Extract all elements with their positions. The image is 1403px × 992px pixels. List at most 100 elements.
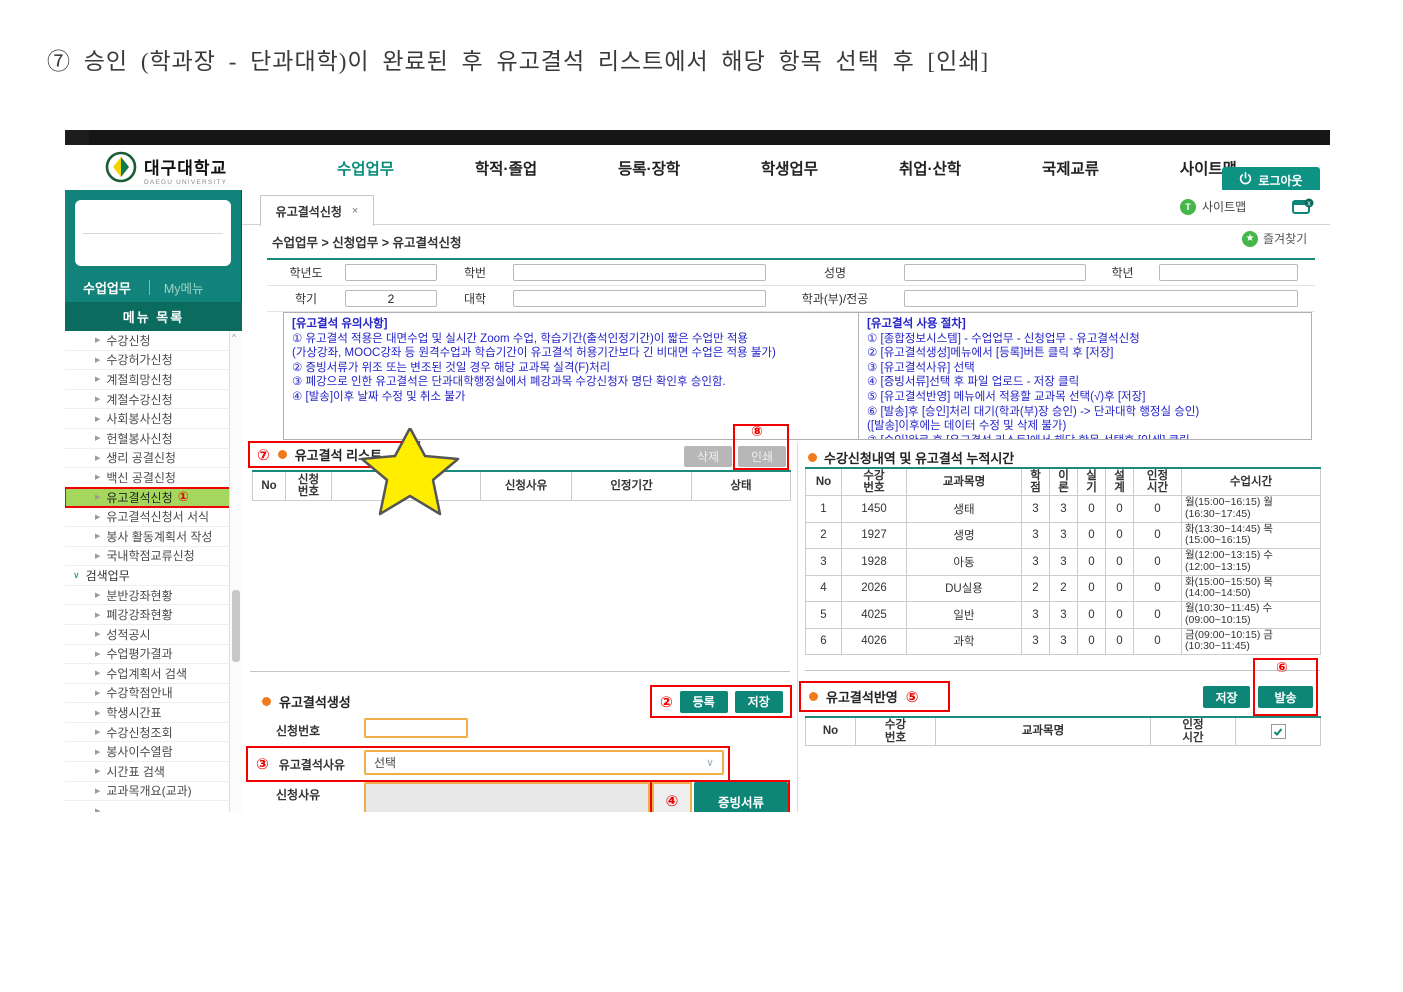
menu-list: ▶수강신청▶수강허가신청▶계절희망신청▶계절수강신청▶사회봉사신청▶헌혈봉사신청… [65, 331, 242, 812]
sidebar-item-15[interactable]: ▶성적공시 [65, 625, 242, 645]
sidebar-tab-lecture[interactable]: 수업업무 [83, 278, 131, 297]
enroll-cell: 일반 [907, 602, 1022, 629]
sidebar-item-12[interactable]: ∨검색업무 [65, 566, 242, 586]
triangle-right-icon: ▶ [95, 415, 100, 423]
apply-reason-textarea[interactable] [364, 782, 650, 812]
enroll-cell: 0 [1078, 522, 1106, 549]
annotation-5: ⑤ [906, 688, 919, 706]
nav-item-4[interactable]: 취업·산학 [899, 157, 961, 179]
field-label-year: 학년도 [267, 264, 345, 281]
sidebar-item-16[interactable]: ▶수업평가결과 [65, 645, 242, 665]
logo-title: 대구대학교 [144, 154, 227, 179]
enroll-cell: 1 [806, 496, 842, 523]
studentno-input[interactable] [513, 264, 766, 281]
enrollment-title-label: 수강신청내역 및 유고결석 누적시간 [824, 448, 1014, 467]
year-input[interactable] [345, 264, 437, 281]
list-column-header: No [253, 471, 286, 501]
field-label-grade: 학년 [1086, 264, 1159, 281]
sidebar-item-11[interactable]: ▶국내학점교류신청 [65, 547, 242, 567]
panel-divider [797, 443, 798, 812]
evidence-button[interactable]: 증빙서류 [694, 782, 788, 812]
browser-top-bar [65, 130, 1330, 145]
enroll-cell: 0 [1078, 628, 1106, 655]
sidebar-item-8[interactable]: ▶유고결석신청① [65, 488, 242, 508]
save-button[interactable]: 저장 [735, 691, 783, 713]
table-row: 42026DU실용22000화(15:00~15:50) 목(14:00~14:… [806, 575, 1321, 602]
sidebar-tab-divider [149, 280, 150, 295]
reason-select-value: 선택 [374, 754, 396, 771]
register-button[interactable]: 등록 [680, 691, 728, 713]
sidebar-item-3[interactable]: ▶계절수강신청 [65, 390, 242, 410]
list-column-header: 신청사유 [481, 471, 572, 501]
sidebar-item-22[interactable]: ▶시간표 검색 [65, 762, 242, 782]
college-input[interactable] [513, 290, 766, 307]
sidebar-item-10[interactable]: ▶봉사 활동계획서 작성 [65, 527, 242, 547]
field-label-semester: 학기 [267, 290, 345, 307]
sidebar-item-2[interactable]: ▶계절희망신청 [65, 370, 242, 390]
enrollment-table: No수강 번호교과목명학 점이 론실 기설 계인정 시간수업시간 11450생태… [805, 467, 1321, 655]
tab-bar: 유고결석신청 × T 사이트맵 x [242, 190, 1330, 225]
sidebar-item-23[interactable]: ▶교과목개요(교과) [65, 782, 242, 802]
sitemap-link[interactable]: T 사이트맵 [1180, 198, 1246, 215]
enroll-cell: 2 [1022, 575, 1050, 602]
sidebar-item-14[interactable]: ▶폐강강좌현황 [65, 605, 242, 625]
sidebar-item-0[interactable]: ▶수강신청 [65, 331, 242, 351]
delete-button[interactable]: 삭제 [684, 446, 732, 467]
sidebar-tab-mymenu[interactable]: My메뉴 [164, 278, 204, 297]
nav-item-0[interactable]: 수업업무 [337, 157, 394, 179]
sidebar-item-19[interactable]: ▶학생시간표 [65, 703, 242, 723]
scroll-up-icon[interactable]: ^ [232, 333, 236, 342]
sidebar-item-21[interactable]: ▶봉사이수열람 [65, 742, 242, 762]
apply-no-input[interactable] [364, 718, 468, 738]
sidebar-item-13[interactable]: ▶분반강좌현황 [65, 586, 242, 606]
favorite-link[interactable]: ★ 즐겨찾기 [1242, 230, 1307, 247]
nav-item-1[interactable]: 학적·졸업 [475, 157, 537, 179]
nav-item-5[interactable]: 국제교류 [1042, 157, 1099, 179]
notice-line: ⑥ [발송]후 [승인]처리 대기(학과(부)장 승인) -> 단과대학 행정실… [867, 405, 1303, 420]
window-close-icon[interactable]: x [1292, 198, 1314, 221]
semester-input[interactable]: 2 [345, 290, 437, 307]
table-row: 21927생명33000화(13:30~14:45) 목(15:00~16:15… [806, 522, 1321, 549]
sidebar-item-label: 봉사이수열람 [106, 743, 172, 760]
nav-item-3[interactable]: 학생업무 [761, 157, 818, 179]
table-row: 54025일반33000월(10:30~11:45) 수(09:00~10:15… [806, 602, 1321, 629]
nav-item-2[interactable]: 등록·장학 [618, 157, 680, 179]
application-window: 대구대학교 DAEGU UNIVERSITY 수업업무 학적·졸업 등록·장학 학생업… [65, 130, 1330, 812]
sidebar-item-7[interactable]: ▶백신 공결신청 [65, 468, 242, 488]
university-logo-icon [105, 151, 137, 188]
university-logo[interactable]: 대구대학교 DAEGU UNIVERSITY [105, 151, 227, 188]
grade-input[interactable] [1159, 264, 1298, 281]
sidebar-item-9[interactable]: ▶유고결석신청서 서식 [65, 507, 242, 527]
department-input[interactable] [904, 290, 1298, 307]
enroll-column-header: 설 계 [1106, 468, 1134, 496]
apply-no-label: 신청번호 [276, 722, 320, 739]
annotation-7: ⑦ [257, 446, 270, 464]
reason-select-dropdown[interactable]: 선택 ∨ [364, 750, 724, 775]
annotation-1: ① [178, 489, 189, 505]
sidebar-item-4[interactable]: ▶사회봉사신청 [65, 409, 242, 429]
triangle-right-icon: ▶ [95, 650, 100, 658]
enroll-cell: 0 [1106, 549, 1134, 576]
sidebar-item-24[interactable]: ▶ [65, 801, 242, 812]
sidebar-item-1[interactable]: ▶수강허가신청 [65, 351, 242, 371]
sidebar-scrollbar[interactable]: ^ [229, 331, 242, 812]
sidebar-item-17[interactable]: ▶수업계획서 검색 [65, 664, 242, 684]
enroll-cell: 아동 [907, 549, 1022, 576]
enroll-column-header: 이 론 [1050, 468, 1078, 496]
triangle-right-icon: ▶ [95, 767, 100, 775]
triangle-right-icon: ▶ [95, 552, 100, 560]
apply-save-button[interactable]: 저장 [1203, 686, 1250, 708]
power-icon [1239, 172, 1252, 188]
scrollbar-thumb[interactable] [232, 590, 240, 662]
sidebar-item-label: 백신 공결신청 [106, 469, 176, 486]
enroll-cell: 생태 [907, 496, 1022, 523]
sidebar-item-6[interactable]: ▶생리 공결신청 [65, 449, 242, 469]
tab-absence-application[interactable]: 유고결석신청 × [260, 195, 374, 226]
tab-close-icon[interactable]: × [352, 205, 358, 217]
sidebar-item-18[interactable]: ▶수강학점안내 [65, 684, 242, 704]
evidence-slot: ④ [652, 782, 692, 812]
header-select-checkbox[interactable] [1271, 724, 1286, 739]
name-input[interactable] [904, 264, 1086, 281]
sidebar-item-20[interactable]: ▶수강신청조회 [65, 723, 242, 743]
sidebar-item-5[interactable]: ▶헌혈봉사신청 [65, 429, 242, 449]
